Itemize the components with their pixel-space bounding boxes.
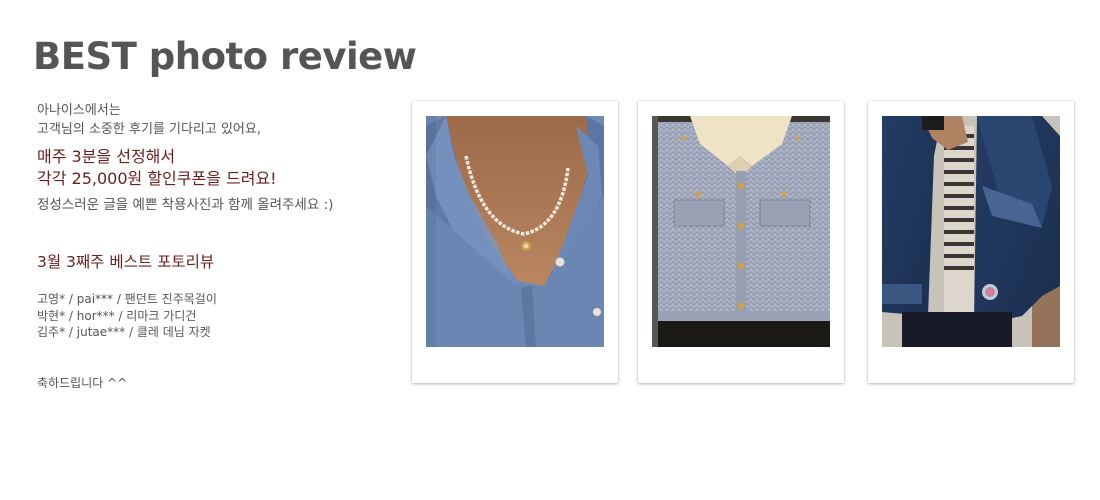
review-photo-denim-jacket[interactable]	[882, 116, 1060, 347]
intro-line-1: 아나이스에서는	[37, 103, 121, 118]
coupon-highlight: 매주 3분을 선정해서 각각 25,000원 할인쿠폰을 드려요!	[37, 146, 397, 190]
page-title: BEST photo review	[33, 35, 417, 78]
upload-request-text: 정성스러운 글을 예쁜 착용사진과 함께 올려주세요 :)	[37, 197, 334, 213]
review-photo-cardigan[interactable]	[652, 116, 830, 347]
highlight-line-1: 매주 3분을 선정해서	[37, 147, 176, 166]
winner-item: 김주* / jutae*** / 클레 데님 자켓	[37, 325, 211, 339]
review-info: 아나이스에서는 고객님의 소중한 후기를 기다리고 있어요, 매주 3분을 선정…	[37, 101, 397, 391]
winner-list: 고영* / pai*** / 팬던트 진주목걸이 박현* / hor*** / …	[37, 291, 397, 341]
intro-text: 아나이스에서는 고객님의 소중한 후기를 기다리고 있어요,	[37, 101, 397, 139]
intro-line-2: 고객님의 소중한 후기를 기다리고 있어요,	[37, 122, 261, 137]
review-photo-necklace[interactable]	[426, 116, 604, 347]
review-photo-card-1[interactable]	[412, 101, 618, 383]
review-photo-card-2[interactable]	[638, 101, 844, 383]
review-photo-card-3[interactable]	[868, 101, 1074, 383]
winner-item: 박현* / hor*** / 리마크 가디건	[37, 308, 197, 323]
weekly-best-title: 3월 3째주 베스트 포토리뷰	[37, 253, 215, 271]
highlight-line-2: 각각 25,000원 할인쿠폰을 드려요!	[37, 169, 277, 188]
winner-item: 고영* / pai*** / 팬던트 진주목걸이	[37, 292, 217, 306]
congrats-text: 축하드립니다 ^^	[37, 375, 128, 390]
